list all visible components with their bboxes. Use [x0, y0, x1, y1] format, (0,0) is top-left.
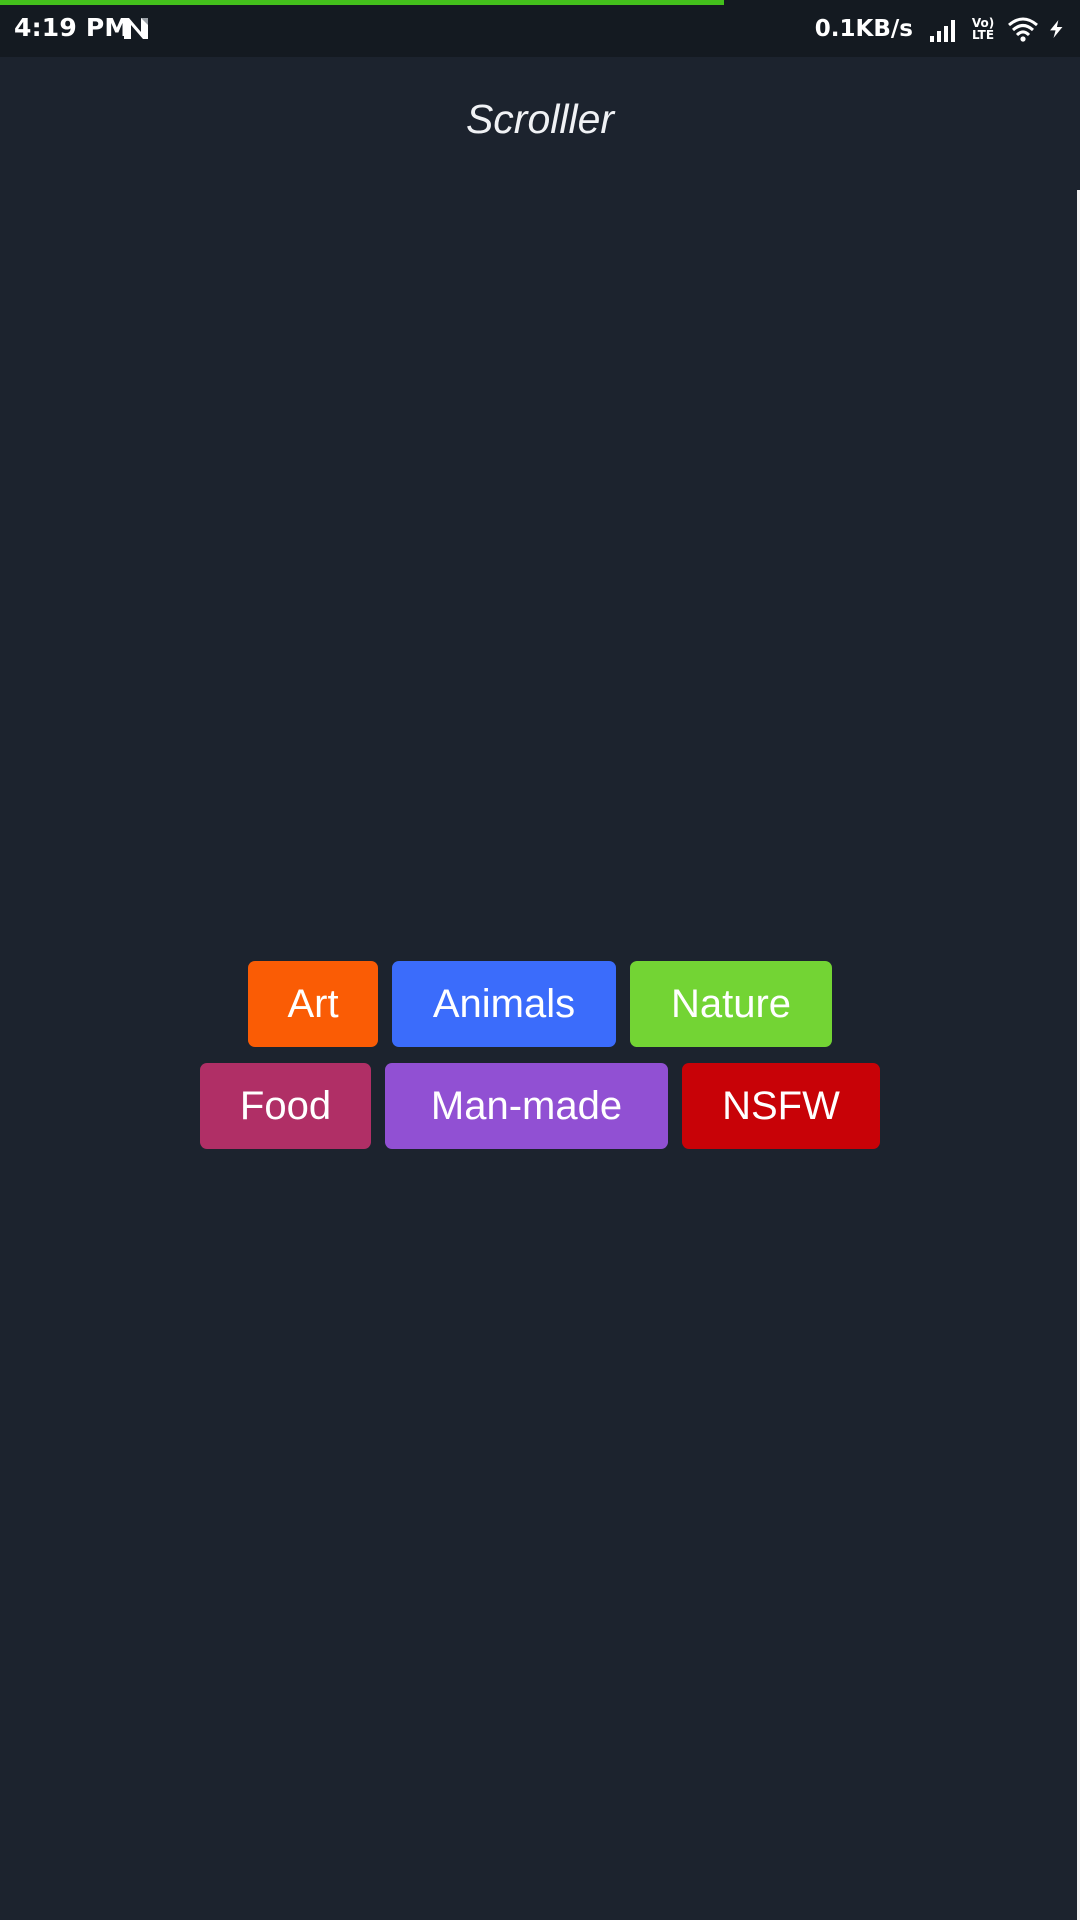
volte-line2: LTE [971, 28, 995, 42]
category-label: Food [239, 1083, 332, 1128]
category-row-1: Art Animals Nature [0, 961, 1080, 1047]
wifi-icon [1008, 17, 1038, 42]
app-title: Scrolller [465, 96, 615, 142]
app-screen: 4:19 PM 0.1KB/s Vo) LTE Scrolller Art An… [0, 0, 1080, 1920]
volte-icon: Vo) LTE [968, 17, 998, 41]
loading-progress-bar [0, 0, 1080, 5]
category-man-made-button[interactable]: Man-made [385, 1063, 668, 1149]
n-notification-icon [124, 18, 148, 39]
category-nsfw-button[interactable]: NSFW [682, 1063, 880, 1149]
category-food-button[interactable]: Food [200, 1063, 371, 1149]
status-right-group: 0.1KB/s Vo) LTE [815, 13, 1070, 45]
status-time: 4:19 PM [14, 13, 130, 42]
category-label: Nature [670, 981, 792, 1026]
signal-icon [930, 20, 955, 42]
loading-progress-fill [0, 0, 724, 5]
status-bar: 4:19 PM 0.1KB/s Vo) LTE [0, 0, 1080, 57]
category-label: NSFW [722, 1083, 840, 1128]
category-label: Animals [432, 981, 576, 1026]
charging-icon [1050, 20, 1063, 38]
category-label: Art [287, 981, 339, 1026]
category-label: Man-made [430, 1083, 623, 1128]
network-speed: 0.1KB/s [814, 16, 913, 42]
category-row-2: Food Man-made NSFW [0, 1063, 1080, 1149]
category-animals-button[interactable]: Animals [392, 961, 616, 1047]
category-art-button[interactable]: Art [248, 961, 378, 1047]
category-nature-button[interactable]: Nature [630, 961, 832, 1047]
